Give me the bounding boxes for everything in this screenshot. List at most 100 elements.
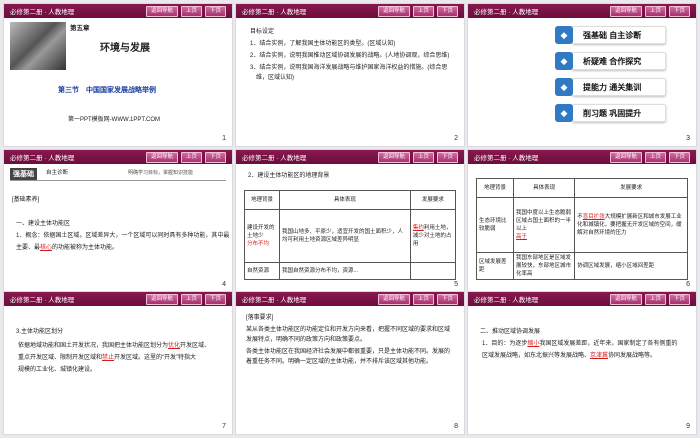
section-icon: ◆ [555,78,573,96]
next-page-button[interactable]: 下页 [436,294,458,305]
slide-thumbnail[interactable]: 必修第二册 · 人教地理 返回导航 上页 下页 [落事要求] 某从各类主体功能区的功… [236,292,464,434]
course-title: 必修第二册 · 人教地理 [242,155,307,162]
prev-page-button[interactable]: 上页 [412,152,434,163]
nav-home-button[interactable]: 返回导航 [377,152,410,163]
subheading: 二、推动区域协调发展 [480,329,541,335]
body-line: 规模的工业化、城镇化建设。 [18,367,97,373]
section-tag: [基础素养] [12,197,40,203]
section-icon: ◆ [555,26,573,44]
slide-header: 必修第二册 · 人教地理 返回导航 上页 下页 [468,4,696,18]
next-page-button[interactable]: 下页 [204,6,226,17]
slide-number: 2 [454,135,458,142]
next-page-button[interactable]: 下页 [436,6,458,17]
course-title: 必修第二册 · 人教地理 [10,297,75,304]
nav-home-button[interactable]: 返回导航 [609,294,642,305]
menu-item-analysis[interactable]: ◆ 析疑难 合作探究 [555,52,666,70]
prev-page-button[interactable]: 上页 [180,152,202,163]
chapter-title: 环境与发展 [100,43,150,54]
slide-number: 6 [686,281,690,288]
fill-answer: 优化 [168,343,181,349]
slide-thumbnail[interactable]: 必修第二册 · 人教地理 返回导航 上页 下页 二、推动区域协调发展 1．目的：为逐… [468,292,696,434]
fill-answer: 京津冀 [590,353,609,359]
next-page-button[interactable]: 下页 [204,152,226,163]
nav-home-button[interactable]: 返回导航 [377,6,410,17]
goal-line: 维，区域认知) [256,75,294,81]
slide-header: 必修第二册 · 人教地理 返回导航 上页 下页 [468,150,696,164]
section-icon: ◆ [555,52,573,70]
slide-header: 必修第二册 · 人教地理 返回导航 上页 下页 [236,292,464,306]
prev-page-button[interactable]: 上页 [412,6,434,17]
slide-thumbnail[interactable]: 必修第二册 · 人教地理 返回导航 上页 下页 ◆ 强基础 自主诊断 ◆ 析疑难 合作探… [468,4,696,146]
body-line: 1．概念：依据国土区域，区域差异大，一个区域可以同时具有多种功能，其中最 [16,233,230,239]
nav-home-button[interactable]: 返回导航 [145,294,178,305]
fill-answer: 禁止 [102,355,115,361]
fill-answer: 缩小 [527,341,540,347]
next-page-button[interactable]: 下页 [204,294,226,305]
course-title: 必修第二册 · 人教地理 [242,9,307,16]
body-line: 主要、最核心的功能被称为主体功能。 [16,245,119,251]
section-icon: ◆ [555,104,573,122]
prev-page-button[interactable]: 上页 [180,6,202,17]
next-page-button[interactable]: 下页 [668,152,690,163]
fill-answer: 核心 [40,245,53,251]
section-banner: 强基础 自主诊断 明确学习目标，掌握知识技能 [10,168,226,181]
slide-number: 9 [686,423,690,430]
course-title: 必修第二册 · 人教地理 [474,9,539,16]
slide-thumbnail[interactable]: 必修第二册 · 人教地理 返回导航 上页 下页 第五章 环境与发展 第三节 中国国家… [4,4,232,146]
menu-item-ability[interactable]: ◆ 提能力 通关集训 [555,78,666,96]
prev-page-button[interactable]: 上页 [180,294,202,305]
slide-thumbnail[interactable]: 必修第二册 · 人教地理 返回导航 上页 下页 目标设定 1．结合实例，了解我国主体… [236,4,464,146]
slide-number: 7 [222,423,226,430]
prev-page-button[interactable]: 上页 [412,294,434,305]
slide-number: 4 [222,281,226,288]
fill-answer: 集约 [412,225,424,231]
nav-home-button[interactable]: 返回导航 [145,152,178,163]
course-title: 必修第二册 · 人教地理 [474,297,539,304]
body-line: 着重任务不同。明确一定区域的主体功能，并不排斥该区域其他功能。 [246,359,433,365]
prev-page-button[interactable]: 上页 [644,6,666,17]
slide-thumbnail[interactable]: 必修第二册 · 人教地理 返回导航 上页 下页 2．建设主体功能区的地理背景 地理背… [236,150,464,292]
goal-line: 3．结合实例，说明我国海洋发展战略与维护国家海洋权益的措施。(综合思 [250,65,448,71]
section-tag: [落事要求] [246,315,274,321]
section-title: 第三节 中国国家发展战略举例 [58,87,156,94]
subheading: 2．建设主体功能区的地理背景 [248,173,330,179]
course-title: 必修第二册 · 人教地理 [474,155,539,162]
body-line: 各类主体功能区在我国经济社会发展中都很重要，只是主体功能不同。发展的 [246,349,451,355]
course-title: 必修第二册 · 人教地理 [10,155,75,162]
fill-answer: 分布不均 [247,241,270,247]
next-page-button[interactable]: 下页 [668,294,690,305]
goal-line: 1．结合实例，了解我国主体功能区的类型。(区域认知) [250,41,396,47]
body-line: 某从各类主体功能区的功能定位和开发方向来看，把握不同区域的要求和区域 [246,327,451,333]
nav-home-button[interactable]: 返回导航 [145,6,178,17]
section-badge: 强基础 [10,168,37,180]
slide-number: 5 [454,281,458,288]
slide-header: 必修第二册 · 人教地理 返回导航 上页 下页 [4,4,232,18]
slide-header: 必修第二册 · 人教地理 返回导航 上页 下页 [4,292,232,306]
fill-answer: 高于 [516,234,528,240]
slide-thumbnail[interactable]: 必修第二册 · 人教地理 返回导航 上页 下页 3.主体功能区划分 依据地域功能和国… [4,292,232,434]
background-table: 地理背景 具体表现 发展要求 建设开发的土地少 分布不均 我国山地多、平原少，适宜开发… [244,190,457,280]
cover-photo [10,22,66,70]
next-page-button[interactable]: 下页 [436,152,458,163]
body-line: 重点开发区域、限制开发区域和禁止开发区域。这里的“开发”特指大 [18,355,197,361]
credit-text: 第一PPT模板网-WWW.1PPT.COM [68,117,160,123]
goal-heading: 目标设定 [250,29,275,35]
nav-home-button[interactable]: 返回导航 [609,152,642,163]
slide-number: 3 [686,135,690,142]
goal-line: 2．结合实例，说明我国推动区域协调发展的战略。(人地协调观，综合思维) [250,53,450,59]
next-page-button[interactable]: 下页 [668,6,690,17]
nav-home-button[interactable]: 返回导航 [377,294,410,305]
nav-home-button[interactable]: 返回导航 [609,6,642,17]
course-title: 必修第二册 · 人教地理 [242,297,307,304]
menu-item-exercises[interactable]: ◆ 削习题 巩固提升 [555,104,666,122]
slide-thumbnail[interactable]: 必修第二册 · 人教地理 返回导航 上页 下页 地理背景 具体表现 发展要求 生态环境比… [468,150,696,292]
background-table: 地理背景 具体表现 发展要求 生态环境比较脆弱 我国中度以上生态脆弱区域占国土面积的… [476,178,688,280]
prev-page-button[interactable]: 上页 [644,152,666,163]
menu-item-basics[interactable]: ◆ 强基础 自主诊断 [555,26,666,44]
fill-answer: 盲目扩张 [582,214,605,220]
body-line: 发展特点，明确不同的政策方向和政策要点。 [246,337,367,343]
slide-header: 必修第二册 · 人教地理 返回导航 上页 下页 [236,150,464,164]
subheading: 一、建设主体功能区 [16,221,71,227]
slide-thumbnail[interactable]: 必修第二册 · 人教地理 返回导航 上页 下页 强基础 自主诊断 明确学习目标，掌握… [4,150,232,292]
prev-page-button[interactable]: 上页 [644,294,666,305]
